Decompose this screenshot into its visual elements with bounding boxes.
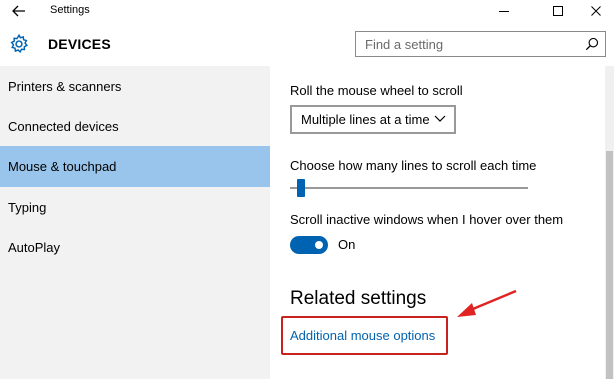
toggle-state-label: On bbox=[338, 237, 356, 252]
wheel-scroll-dropdown[interactable]: Multiple lines at a time bbox=[290, 105, 456, 134]
back-button[interactable] bbox=[0, 0, 38, 22]
close-icon bbox=[591, 6, 601, 16]
close-button[interactable] bbox=[574, 0, 614, 22]
slider-track bbox=[290, 187, 528, 189]
sidebar-item-typing[interactable]: Typing bbox=[0, 187, 270, 228]
scrollbar-thumb[interactable] bbox=[606, 151, 613, 379]
inactive-scroll-label: Scroll inactive windows when I hover ove… bbox=[290, 212, 564, 227]
inactive-scroll-toggle[interactable] bbox=[290, 236, 328, 254]
minimize-icon bbox=[499, 11, 509, 12]
additional-mouse-options-link[interactable]: Additional mouse options bbox=[290, 328, 435, 343]
page-title: DEVICES bbox=[48, 36, 111, 52]
sidebar-item-autoplay[interactable]: AutoPlay bbox=[0, 227, 270, 268]
sidebar-item-printers-scanners[interactable]: Printers & scanners bbox=[0, 66, 270, 107]
app-title: Settings bbox=[50, 4, 90, 16]
wheel-scroll-label: Roll the mouse wheel to scroll bbox=[290, 83, 463, 98]
main-content: Roll the mouse wheel to scroll Multiple … bbox=[270, 66, 614, 379]
minimize-button[interactable] bbox=[482, 0, 526, 22]
sidebar-item-label: Connected devices bbox=[8, 119, 119, 134]
sidebar-item-label: AutoPlay bbox=[8, 240, 61, 255]
annotation-arrow-icon bbox=[457, 289, 517, 317]
slider-thumb[interactable] bbox=[297, 179, 305, 197]
search-input[interactable] bbox=[356, 32, 578, 56]
sidebar: Printers & scanners Connected devices Mo… bbox=[0, 66, 270, 379]
wheel-scroll-value: Multiple lines at a time bbox=[301, 112, 430, 127]
scroll-lines-slider[interactable] bbox=[290, 178, 528, 198]
main-scrollbar[interactable] bbox=[605, 66, 614, 379]
sidebar-item-connected-devices[interactable]: Connected devices bbox=[0, 106, 270, 147]
back-arrow-icon bbox=[12, 5, 25, 17]
page-header: DEVICES bbox=[0, 22, 614, 66]
scroll-lines-label: Choose how many lines to scroll each tim… bbox=[290, 158, 537, 173]
chevron-down-icon bbox=[434, 115, 446, 122]
search-box[interactable] bbox=[355, 31, 606, 57]
toggle-knob bbox=[315, 241, 323, 249]
maximize-icon bbox=[553, 6, 563, 16]
gear-icon bbox=[10, 33, 29, 54]
title-bar: Settings bbox=[0, 0, 614, 22]
sidebar-item-mouse-touchpad[interactable]: Mouse & touchpad bbox=[0, 146, 270, 187]
sidebar-item-label: Printers & scanners bbox=[8, 79, 122, 94]
sidebar-item-label: Mouse & touchpad bbox=[8, 159, 117, 174]
related-settings-heading: Related settings bbox=[290, 288, 427, 309]
search-icon[interactable] bbox=[585, 37, 599, 51]
sidebar-item-label: Typing bbox=[8, 200, 47, 215]
